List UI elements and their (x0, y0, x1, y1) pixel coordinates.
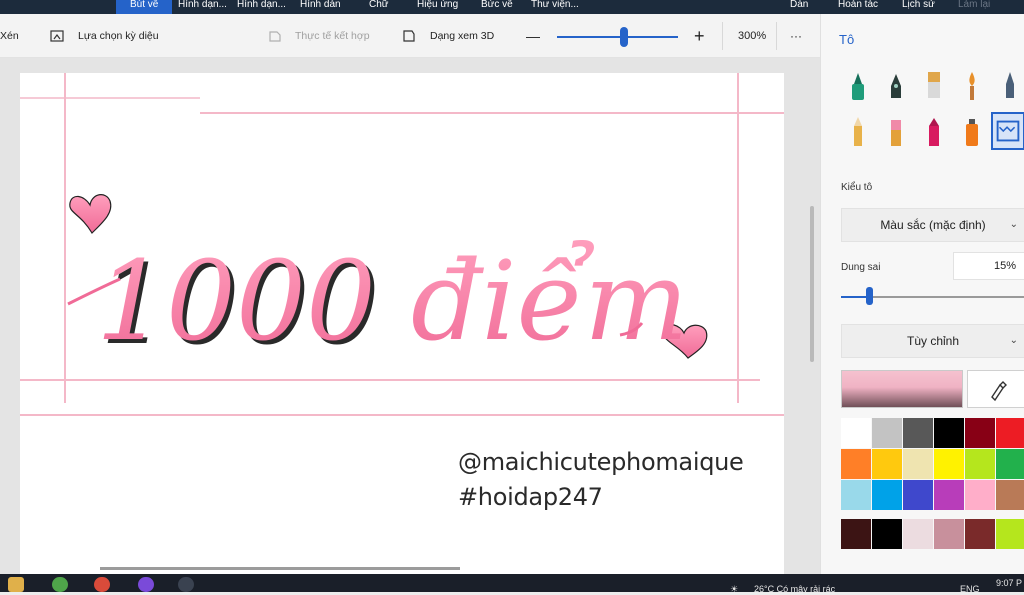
menu-history[interactable]: Lịch sử (902, 0, 935, 14)
file-explorer-icon[interactable] (8, 577, 24, 592)
zoom-slider-track (557, 36, 678, 38)
magic-select-button[interactable]: Lựa chọn kỳ diệu (78, 14, 159, 58)
color-swatch[interactable] (996, 449, 1024, 479)
toolbar-divider (722, 22, 723, 50)
menu-effects[interactable]: Hiệu ứng (417, 0, 458, 14)
tolerance-slider-thumb[interactable] (865, 287, 873, 305)
language-indicator[interactable]: ENG (960, 584, 980, 594)
magic-select-icon (50, 30, 64, 42)
canvas-area[interactable]: 1000 1000 điểm @maichicutephomaique #hoi… (0, 58, 820, 574)
color-swatch[interactable] (903, 480, 933, 510)
toolbar: Xén Lựa chọn kỳ diệu Thực tế kết hợp Dạn… (0, 14, 820, 58)
chevron-down-icon: ⌄ (1009, 219, 1018, 230)
custom-color-dropdown[interactable]: Tùy chỉnh ⌄ (841, 324, 1024, 358)
current-color-swatch[interactable] (841, 370, 963, 408)
zoom-level[interactable]: 300% (738, 14, 766, 58)
view-3d-icon (403, 30, 415, 42)
menu-canvas[interactable]: Bức vẽ (481, 0, 513, 14)
fill-style-dropdown[interactable]: Màu sắc (mặc định) ⌄ (841, 208, 1024, 242)
color-swatch[interactable] (841, 480, 871, 510)
drawing-canvas[interactable]: 1000 1000 điểm @maichicutephomaique #hoi… (20, 73, 784, 574)
color-swatch[interactable] (965, 519, 995, 549)
calligraphy-pen-icon[interactable] (881, 68, 911, 104)
menu-paste[interactable]: Dán (790, 0, 808, 14)
fill-style-label: Kiểu tô (841, 182, 873, 193)
color-swatch[interactable] (872, 449, 902, 479)
artwork: 1000 1000 điểm (20, 73, 784, 416)
menu-2d-shapes[interactable]: Hình dạn... (178, 0, 227, 14)
paint-3d-icon[interactable] (178, 577, 194, 592)
more-options-button[interactable]: ··· (790, 14, 802, 58)
eyedropper-button[interactable] (967, 370, 1024, 408)
toolbar-divider (776, 22, 777, 50)
crayon-icon[interactable] (919, 114, 949, 150)
menu-3d-shapes[interactable]: Hình dạn... (237, 0, 286, 14)
spray-can-icon[interactable] (957, 114, 987, 150)
chrome-alt-icon[interactable] (52, 577, 68, 592)
color-swatch[interactable] (903, 449, 933, 479)
color-swatch[interactable] (996, 418, 1024, 448)
eyedropper-icon (991, 381, 1007, 402)
view-3d-button[interactable]: Dạng xem 3D (430, 14, 494, 58)
color-swatch[interactable] (872, 480, 902, 510)
fill-panel: Tô Kiểu tô Màu sắc (mặc định) ⌄ Dung sai (820, 14, 1024, 574)
tolerance-input[interactable]: 15% (953, 252, 1024, 280)
zoom-in-button[interactable]: + (694, 14, 705, 58)
watercolor-icon[interactable] (957, 68, 987, 104)
color-swatch[interactable] (872, 418, 902, 448)
hashtag-text: #hoidap247 (458, 483, 603, 511)
eraser-icon[interactable] (881, 114, 911, 150)
tolerance-label: Dung sai (841, 262, 881, 273)
pencil-icon[interactable] (843, 114, 873, 150)
menu-library[interactable]: Thư viện... (531, 0, 579, 14)
crop-button[interactable]: Xén (0, 14, 19, 58)
color-swatch[interactable] (934, 418, 964, 448)
color-swatch[interactable] (903, 519, 933, 549)
vertical-scrollbar[interactable] (810, 206, 814, 362)
menu-undo[interactable]: Hoàn tác (838, 0, 878, 14)
chrome-icon[interactable] (94, 577, 110, 592)
taskbar: ☀ 26°C Có mây rải rác ENG 9:07 P (0, 574, 1024, 595)
mixed-reality-button[interactable]: Thực tế kết hợp (295, 14, 370, 58)
color-swatch[interactable] (934, 480, 964, 510)
horizontal-scrollbar[interactable] (100, 567, 460, 570)
fill-style-value: Màu sắc (mặc định) (880, 218, 986, 232)
pixel-pen-icon[interactable] (995, 68, 1024, 104)
color-swatch[interactable] (841, 519, 871, 549)
fill-icon (996, 120, 1020, 142)
color-swatch[interactable] (872, 519, 902, 549)
color-swatch[interactable] (903, 418, 933, 448)
color-swatch[interactable] (965, 418, 995, 448)
clock[interactable]: 9:07 P (996, 578, 1022, 588)
weather-text[interactable]: 26°C Có mây rải rác (754, 584, 835, 594)
menu-brushes[interactable]: Bút vẽ (116, 0, 173, 14)
color-swatch[interactable] (934, 449, 964, 479)
mixed-reality-icon (269, 31, 281, 42)
color-swatch[interactable] (841, 418, 871, 448)
color-swatch[interactable] (996, 519, 1024, 549)
color-swatch[interactable] (934, 519, 964, 549)
oil-brush-icon[interactable] (919, 68, 949, 104)
fill-bucket-tool[interactable] (991, 112, 1024, 150)
zoom-out-button[interactable]: — (526, 14, 540, 58)
panel-title: Tô (839, 32, 855, 47)
custom-color-label: Tùy chỉnh (906, 334, 960, 348)
menu-text[interactable]: Chữ (369, 0, 388, 14)
menubar: Bút vẽ Hình dạn... Hình dạn... Hình dán … (0, 0, 1024, 14)
tolerance-slider-fill (841, 296, 869, 298)
color-swatch[interactable] (841, 449, 871, 479)
app-icon[interactable] (138, 577, 154, 592)
chevron-down-icon: ⌄ (1009, 335, 1018, 346)
color-swatch[interactable] (965, 480, 995, 510)
zoom-slider-thumb[interactable] (619, 27, 628, 47)
marker-icon[interactable] (843, 68, 873, 104)
color-swatch[interactable] (996, 480, 1024, 510)
color-swatch[interactable] (965, 449, 995, 479)
weather-icon[interactable]: ☀ (730, 584, 738, 595)
menu-redo[interactable]: Làm lại (958, 0, 990, 14)
menu-stickers[interactable]: Hình dán (300, 0, 341, 14)
headline-number: 1000 điểm (96, 237, 689, 365)
handle-text: @maichicutephomaique (458, 448, 744, 476)
